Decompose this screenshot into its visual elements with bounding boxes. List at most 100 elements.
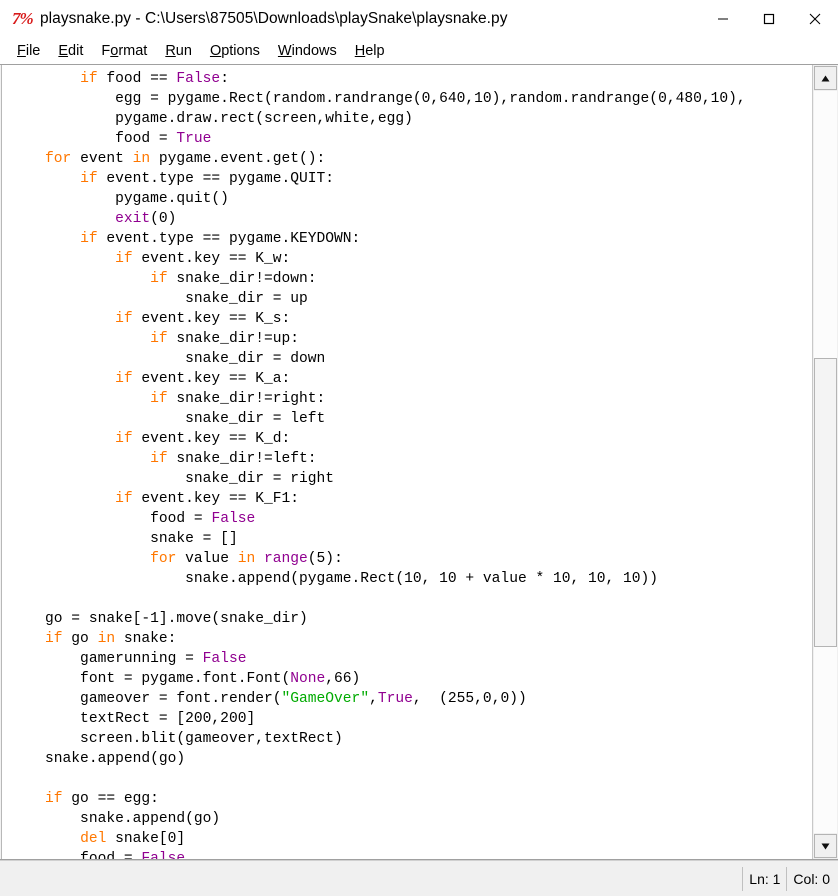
scrollbar-thumb[interactable] (814, 358, 837, 648)
code-token: if (45, 791, 63, 807)
code-token: snake.append(go) (10, 811, 221, 827)
code-text-area[interactable]: if food == False: egg = pygame.Rect(rand… (3, 65, 812, 859)
code-line: textRect = [200,200] (3, 709, 812, 729)
code-line: egg = pygame.Rect(random.randrange(0,640… (3, 89, 812, 109)
code-token: pygame.quit() (10, 191, 229, 207)
menu-item-label: Options (209, 43, 260, 59)
code-token: True (176, 131, 212, 147)
code-line: gamerunning = False (3, 649, 812, 669)
menu-item-file[interactable]: File (8, 40, 49, 62)
code-token: False (202, 651, 247, 667)
status-column-number: Col: 0 (786, 866, 836, 891)
code-line: if snake_dir!=right: (3, 389, 812, 409)
code-token: False (176, 71, 221, 87)
code-line: if event.key == K_a: (3, 369, 812, 389)
maximize-button[interactable] (746, 0, 792, 38)
code-token: value (176, 551, 238, 567)
code-token: snake_dir = down (10, 351, 326, 367)
triangle-down-icon (821, 843, 830, 849)
window-title: playsnake.py - C:\Users\87505\Downloads\… (40, 10, 508, 27)
code-token: event.key == K_F1: (132, 491, 300, 507)
code-line: if go == egg: (3, 789, 812, 809)
code-token: if (150, 271, 168, 287)
idle-editor-window: 7% playsnake.py - C:\Users\87505\Downloa… (0, 0, 838, 896)
code-token: screen.blit(gameover,textRect) (10, 731, 343, 747)
scroll-up-arrow[interactable] (814, 66, 837, 90)
menu-item-label: Run (165, 43, 192, 59)
code-token: snake_dir!=up: (167, 331, 300, 347)
menu-item-help[interactable]: Help (346, 40, 394, 62)
code-token: in (97, 631, 116, 647)
code-token: del (80, 831, 107, 847)
triangle-up-icon (821, 75, 830, 81)
menu-item-run[interactable]: Run (156, 40, 201, 62)
code-line: for event in pygame.event.get(): (3, 149, 812, 169)
code-token: snake: (115, 631, 177, 647)
code-line: if food == False: (3, 69, 812, 89)
code-line: snake.append(pygame.Rect(10, 10 + value … (3, 569, 812, 589)
code-line: snake_dir = right (3, 469, 812, 489)
code-token: event.key == K_s: (132, 311, 291, 327)
code-token: , (255,0,0)) (412, 691, 527, 707)
code-token: snake_dir!=right: (167, 391, 326, 407)
python-idle-icon: 7% (12, 9, 34, 29)
code-token: False (211, 511, 256, 527)
close-button[interactable] (792, 0, 838, 38)
menu-item-edit[interactable]: Edit (49, 40, 92, 62)
code-token: exit (115, 211, 151, 227)
code-token: snake_dir!=down: (167, 271, 317, 287)
code-token: snake.append(go) (10, 751, 186, 767)
code-line: go = snake[-1].move(snake_dir) (3, 609, 812, 629)
minimize-icon (718, 18, 728, 20)
code-token: : (220, 71, 229, 87)
menu-item-format[interactable]: Format (92, 40, 156, 62)
menu-item-label: Help (354, 43, 385, 59)
code-line: food = False (3, 849, 812, 859)
code-line: snake_dir = left (3, 409, 812, 429)
code-line: snake.append(go) (3, 749, 812, 769)
code-token: snake_dir = up (10, 291, 308, 307)
code-token: food == (97, 71, 177, 87)
code-token: for (150, 551, 177, 567)
code-token: "GameOver" (281, 691, 370, 707)
code-token: if (150, 391, 168, 407)
code-line: if event.key == K_d: (3, 429, 812, 449)
code-line: if event.type == pygame.KEYDOWN: (3, 229, 812, 249)
menu-bar: File Edit Format Run Options Windows Help (0, 38, 838, 64)
code-token: snake_dir = left (10, 411, 326, 427)
code-token: in (237, 551, 256, 567)
minimize-button[interactable] (700, 0, 746, 38)
code-line: del snake[0] (3, 829, 812, 849)
code-line: snake_dir = up (3, 289, 812, 309)
code-line: if snake_dir!=up: (3, 329, 812, 349)
code-token: if (80, 171, 98, 187)
code-line: pygame.draw.rect(screen,white,egg) (3, 109, 812, 129)
code-token: food = (10, 851, 142, 859)
scrollbar-track[interactable] (814, 91, 837, 833)
code-line: if event.key == K_F1: (3, 489, 812, 509)
code-token: food = (10, 511, 212, 527)
scroll-down-arrow[interactable] (814, 834, 837, 858)
code-line: font = pygame.font.Font(None,66) (3, 669, 812, 689)
vertical-scrollbar[interactable] (812, 65, 838, 859)
menu-item-options[interactable]: Options (201, 40, 269, 62)
status-bar: Ln: 1 Col: 0 (0, 860, 838, 896)
code-token: event.key == K_a: (132, 371, 291, 387)
code-token: for (45, 151, 72, 167)
code-token: event.type == pygame.KEYDOWN: (97, 231, 361, 247)
code-token: gameover = font.render( (10, 691, 282, 707)
code-token: event.key == K_d: (132, 431, 291, 447)
maximize-icon (763, 13, 775, 25)
code-token: if (115, 311, 133, 327)
menu-item-label: Windows (277, 43, 337, 59)
menu-item-windows[interactable]: Windows (269, 40, 346, 62)
